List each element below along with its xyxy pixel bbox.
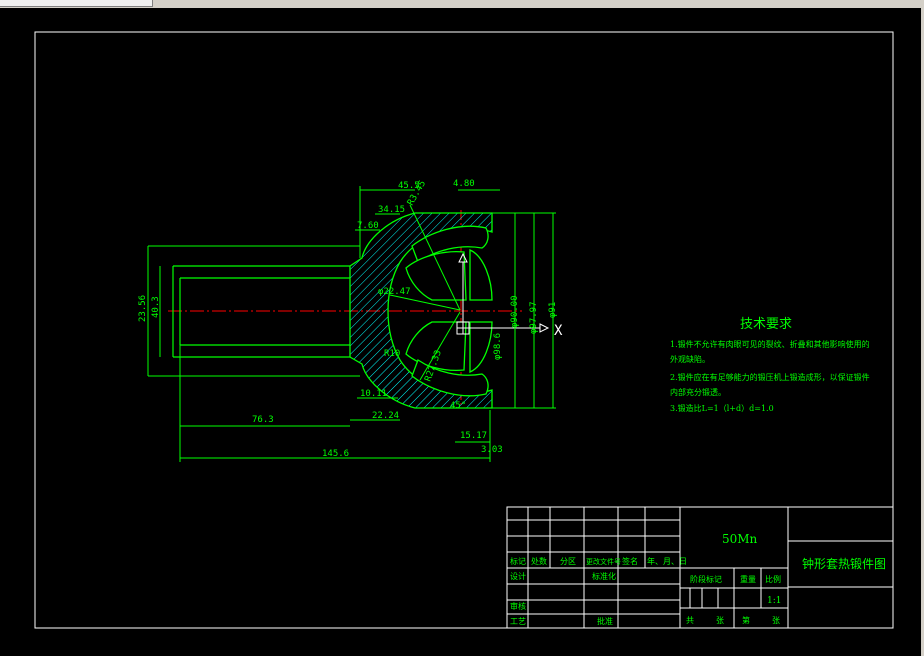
dim-phi-22-47: φ22.47 — [378, 287, 411, 297]
material-label: 50Mn — [722, 532, 758, 546]
dim-22-24: 22.24 — [372, 411, 399, 421]
dim-15-17: 15.17 — [460, 431, 487, 441]
rev-header: 处数 — [531, 556, 547, 566]
weight-label: 重量 — [740, 574, 756, 584]
scale-value: 1:1 — [767, 596, 781, 606]
drawing-name: 钟形套热锻件图 — [802, 556, 886, 571]
design-label: 设计 — [510, 571, 526, 581]
scale-label: 比例 — [765, 574, 781, 584]
dim-phi-90: φ90.00 — [510, 295, 520, 328]
dim-76-3: 76.3 — [252, 415, 274, 425]
tech-req-title: 技术要求 — [740, 317, 792, 332]
sheets-total: 共 — [686, 616, 694, 625]
tech-req-item: 1.锻件不允许有肉眼可见的裂纹、折叠和其他影响使用的 — [670, 339, 870, 349]
dim-145-6: 145.6 — [322, 449, 349, 459]
rev-header: 标记 — [510, 556, 526, 566]
rev-header: 分区 — [560, 557, 576, 566]
standard-label: 标准化 — [592, 571, 616, 581]
tech-req-item: 外观缺陷。 — [670, 354, 710, 364]
dim-7-60: 7.60 — [357, 221, 379, 231]
sheets-unit: 张 — [716, 616, 724, 625]
sheet-no: 第 — [742, 615, 750, 625]
dim-phi-97: φ97.97 — [529, 301, 539, 334]
tech-req-item: 内部充分锻透。 — [670, 387, 726, 397]
rev-header: 更改文件号 — [586, 557, 621, 566]
rev-header: 年、月、日 — [647, 556, 687, 566]
dim-23-56: 23.56 — [138, 295, 148, 322]
cad-drawing-canvas[interactable]: X 45.5 4.80 34.15 7.60 R3.45 23.56 40.3 … — [0, 0, 924, 656]
rev-header: 签名 — [622, 556, 638, 566]
dim-4-80: 4.80 — [453, 179, 475, 189]
dim-angle: 45° — [450, 401, 466, 411]
approve-label: 批准 — [597, 616, 613, 626]
dim-10-11: 10.11 — [360, 389, 387, 399]
review-label: 审核 — [510, 601, 526, 611]
axis-x-label: X — [554, 323, 563, 339]
dim-phi-98: φ98.6 — [493, 333, 503, 360]
tech-req-item: 2.锻件应在有足够能力的锻压机上锻造成形，以保证锻件 — [670, 372, 870, 382]
dim-r10: R10 — [384, 349, 400, 359]
dim-34-15: 34.15 — [378, 205, 405, 215]
dim-a1: φ91 — [548, 302, 558, 318]
stage-label: 阶段标记 — [690, 574, 722, 584]
dim-3-03: 3.03 — [481, 445, 503, 455]
tech-req-item: 3.锻造比L=1（l+d）d=1.0 — [670, 403, 774, 413]
sheet-unit: 张 — [772, 616, 780, 625]
process-label: 工艺 — [510, 617, 526, 626]
dim-40-3: 40.3 — [151, 296, 161, 318]
